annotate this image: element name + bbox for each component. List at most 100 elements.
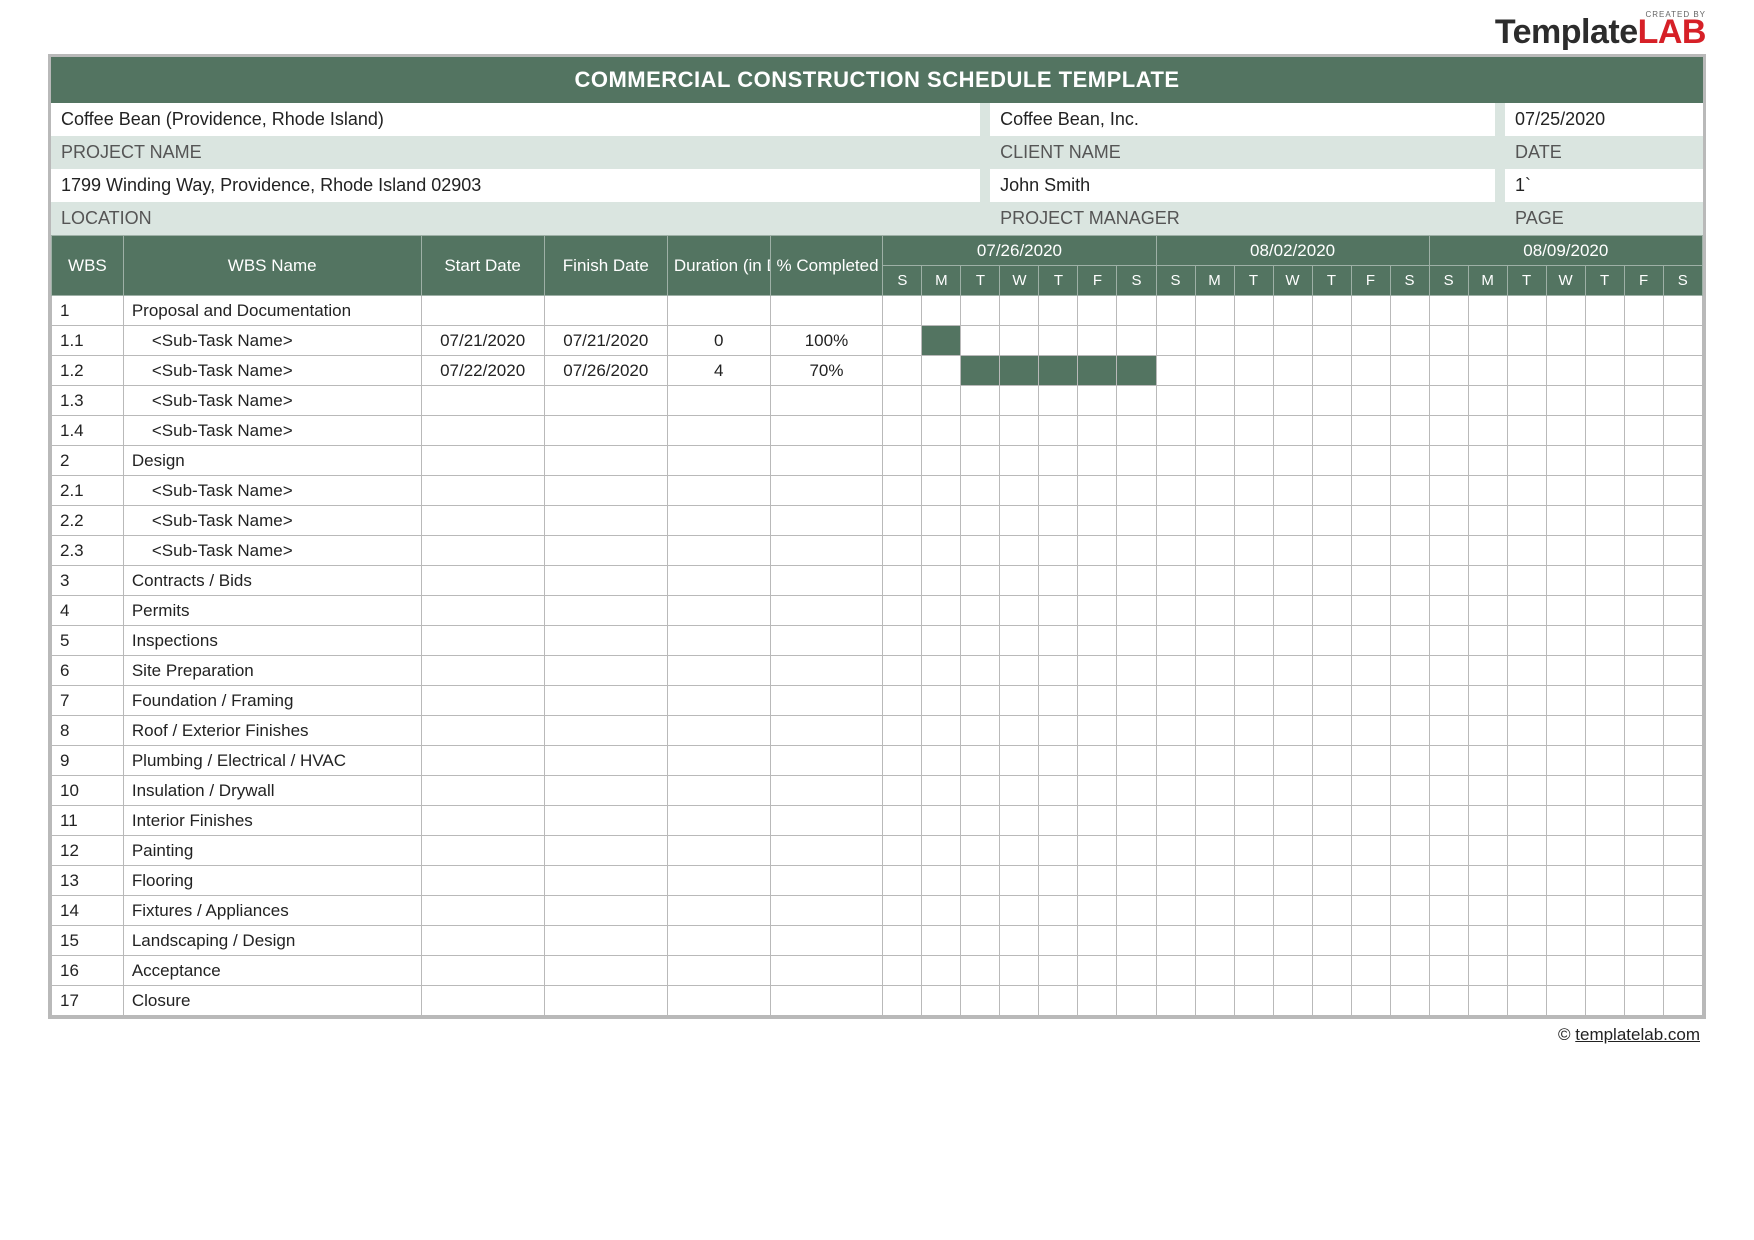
gantt-cell[interactable] (1312, 866, 1351, 896)
start-date[interactable] (421, 386, 544, 416)
gantt-cell[interactable] (1000, 536, 1039, 566)
gantt-cell[interactable] (1234, 716, 1273, 746)
gantt-cell[interactable] (961, 896, 1000, 926)
gantt-cell[interactable] (1000, 446, 1039, 476)
duration[interactable] (667, 416, 770, 446)
gantt-cell[interactable] (1468, 656, 1507, 686)
wbs-name[interactable]: <Sub-Task Name> (123, 386, 421, 416)
gantt-cell[interactable] (1195, 626, 1234, 656)
gantt-cell[interactable] (1156, 446, 1195, 476)
start-date[interactable] (421, 566, 544, 596)
pct-complete[interactable] (770, 386, 883, 416)
gantt-cell[interactable] (1273, 836, 1312, 866)
gantt-cell[interactable] (1429, 476, 1468, 506)
wbs[interactable]: 8 (52, 716, 124, 746)
gantt-cell[interactable] (1078, 956, 1117, 986)
gantt-cell[interactable] (1585, 506, 1624, 536)
wbs-name[interactable]: <Sub-Task Name> (123, 476, 421, 506)
gantt-cell[interactable] (961, 416, 1000, 446)
gantt-cell[interactable] (1585, 806, 1624, 836)
gantt-cell[interactable] (1546, 986, 1585, 1016)
gantt-cell[interactable] (1624, 806, 1663, 836)
gantt-cell[interactable] (1429, 956, 1468, 986)
pct-complete[interactable] (770, 866, 883, 896)
gantt-cell[interactable] (961, 836, 1000, 866)
gantt-cell[interactable] (1273, 296, 1312, 326)
gantt-cell[interactable] (1351, 326, 1390, 356)
gantt-cell[interactable] (1195, 356, 1234, 386)
gantt-cell[interactable] (1273, 656, 1312, 686)
gantt-cell[interactable] (1000, 476, 1039, 506)
wbs[interactable]: 17 (52, 986, 124, 1016)
gantt-cell[interactable] (1117, 746, 1156, 776)
gantt-cell[interactable] (1078, 836, 1117, 866)
gantt-cell[interactable] (1312, 536, 1351, 566)
gantt-cell[interactable] (1273, 476, 1312, 506)
gantt-cell[interactable] (1156, 776, 1195, 806)
gantt-cell[interactable] (1468, 536, 1507, 566)
gantt-cell[interactable] (961, 506, 1000, 536)
gantt-cell[interactable] (1000, 866, 1039, 896)
gantt-cell[interactable] (1546, 626, 1585, 656)
gantt-cell[interactable] (1195, 866, 1234, 896)
gantt-cell[interactable] (1117, 596, 1156, 626)
gantt-cell[interactable] (1429, 536, 1468, 566)
gantt-cell[interactable] (1507, 806, 1546, 836)
gantt-cell[interactable] (1624, 956, 1663, 986)
gantt-cell[interactable] (1585, 896, 1624, 926)
gantt-cell[interactable] (1195, 296, 1234, 326)
gantt-cell[interactable] (1273, 686, 1312, 716)
gantt-cell[interactable] (1078, 506, 1117, 536)
gantt-cell[interactable] (1663, 326, 1702, 356)
gantt-cell[interactable] (1507, 836, 1546, 866)
gantt-cell[interactable] (961, 536, 1000, 566)
gantt-cell[interactable] (1390, 416, 1429, 446)
start-date[interactable] (421, 476, 544, 506)
gantt-cell[interactable] (1078, 476, 1117, 506)
gantt-cell[interactable] (1351, 626, 1390, 656)
gantt-cell[interactable] (1078, 986, 1117, 1016)
start-date[interactable] (421, 746, 544, 776)
finish-date[interactable] (544, 446, 667, 476)
gantt-cell[interactable] (883, 986, 922, 1016)
gantt-cell[interactable] (1624, 836, 1663, 866)
gantt-cell[interactable] (1000, 506, 1039, 536)
pct-complete[interactable]: 100% (770, 326, 883, 356)
gantt-cell[interactable] (961, 476, 1000, 506)
gantt-cell[interactable] (1585, 296, 1624, 326)
gantt-cell[interactable] (922, 836, 961, 866)
gantt-cell[interactable] (1351, 836, 1390, 866)
gantt-cell[interactable] (1663, 386, 1702, 416)
finish-date[interactable] (544, 986, 667, 1016)
gantt-cell[interactable] (1156, 536, 1195, 566)
gantt-cell[interactable] (883, 356, 922, 386)
wbs-name[interactable]: Plumbing / Electrical / HVAC (123, 746, 421, 776)
gantt-cell[interactable] (1156, 596, 1195, 626)
gantt-cell[interactable] (1624, 776, 1663, 806)
gantt-cell[interactable] (1156, 296, 1195, 326)
gantt-cell[interactable] (1507, 596, 1546, 626)
gantt-cell[interactable] (883, 416, 922, 446)
gantt-cell[interactable] (1039, 926, 1078, 956)
gantt-cell[interactable] (1273, 926, 1312, 956)
gantt-cell[interactable] (1351, 596, 1390, 626)
gantt-cell[interactable] (1078, 656, 1117, 686)
gantt-cell[interactable] (883, 806, 922, 836)
gantt-cell[interactable] (1624, 566, 1663, 596)
gantt-cell[interactable] (1234, 566, 1273, 596)
gantt-cell[interactable] (1312, 296, 1351, 326)
gantt-cell[interactable] (1468, 896, 1507, 926)
gantt-cell[interactable] (1195, 416, 1234, 446)
gantt-cell[interactable] (1000, 716, 1039, 746)
duration[interactable] (667, 566, 770, 596)
duration[interactable] (667, 866, 770, 896)
duration[interactable] (667, 686, 770, 716)
gantt-cell[interactable] (1000, 296, 1039, 326)
gantt-cell[interactable] (1585, 836, 1624, 866)
gantt-cell[interactable] (1390, 506, 1429, 536)
gantt-cell[interactable] (1390, 926, 1429, 956)
gantt-cell[interactable] (1039, 296, 1078, 326)
gantt-cell[interactable] (1351, 416, 1390, 446)
gantt-cell[interactable] (1234, 626, 1273, 656)
gantt-cell[interactable] (1156, 986, 1195, 1016)
